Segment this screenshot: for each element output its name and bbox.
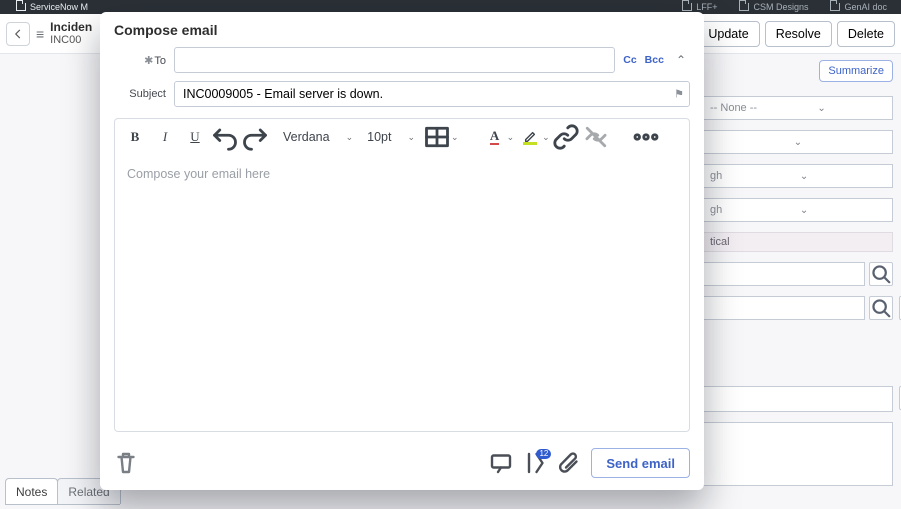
email-body-editor[interactable]: Compose your email here	[114, 155, 690, 432]
delete-button[interactable]: Delete	[837, 21, 895, 47]
select-field[interactable]: -- None -- ⌄	[703, 96, 893, 120]
lookup-input[interactable]	[703, 262, 865, 286]
subject-row: Subject ⚑	[100, 78, 704, 112]
tab-notes[interactable]: Notes	[5, 478, 58, 504]
subject-label: Subject	[114, 88, 166, 100]
record-id: INC00	[50, 34, 92, 46]
record-type: Inciden	[50, 21, 92, 34]
select-field[interactable]: gh ⌄	[703, 164, 893, 188]
more-button[interactable]	[632, 124, 660, 150]
browser-tab-label: GenAI doc	[844, 2, 887, 12]
update-button[interactable]: Update	[697, 21, 759, 47]
bcc-button[interactable]: Bcc	[645, 54, 664, 66]
template-button[interactable]: 12	[523, 451, 547, 475]
folder-icon	[830, 3, 840, 11]
to-input[interactable]	[174, 47, 615, 73]
browser-tab[interactable]: LFF+	[672, 2, 727, 12]
cc-button[interactable]: Cc	[623, 54, 636, 66]
subject-input[interactable]	[174, 81, 690, 107]
chevron-down-icon: ⌄	[407, 132, 415, 143]
send-email-button[interactable]: Send email	[591, 448, 690, 478]
font-family-select[interactable]: Verdana ⌄	[277, 124, 359, 150]
summarize-button[interactable]: Summarize	[819, 60, 893, 82]
link-button[interactable]	[552, 124, 580, 150]
chevron-down-icon[interactable]: ⌄	[451, 132, 459, 143]
template-count-badge: 12	[536, 449, 551, 459]
discard-button[interactable]	[114, 451, 138, 475]
lookup-field	[703, 262, 893, 286]
browser-tab-label: ServiceNow M	[30, 2, 88, 12]
select-field[interactable]: gh ⌄	[703, 198, 893, 222]
folder-icon	[16, 3, 26, 11]
text-color-button[interactable]: A	[481, 124, 509, 150]
collapse-icon[interactable]: ⌃	[672, 53, 690, 67]
compose-email-modal: Compose email ✱To Cc Bcc ⌃ Subject ⚑ B I…	[100, 12, 704, 490]
modal-footer: 12 Send email	[100, 442, 704, 490]
to-label: ✱To	[114, 54, 166, 67]
chevron-down-icon: ⌄	[817, 103, 825, 114]
chevron-down-icon[interactable]: ⌄	[507, 132, 515, 143]
lookup-field	[703, 296, 893, 320]
browser-tab-label: LFF+	[696, 2, 717, 12]
browser-tab-active[interactable]: ServiceNow M	[6, 0, 98, 14]
select-value: gh	[710, 170, 722, 182]
chevron-down-icon: ⌄	[346, 132, 354, 143]
chevron-down-icon: ⌄	[800, 205, 808, 216]
record-breadcrumb: Inciden INC00	[50, 21, 92, 46]
menu-icon[interactable]: ≡	[36, 26, 44, 42]
description-textarea[interactable]	[703, 422, 893, 486]
redo-button[interactable]	[241, 124, 269, 150]
chevron-down-icon[interactable]: ⌄	[542, 132, 550, 143]
browser-tab[interactable]: GenAI doc	[820, 2, 897, 12]
folder-icon	[682, 3, 692, 11]
lookup-input[interactable]	[703, 296, 865, 320]
modal-title: Compose email	[100, 12, 704, 44]
chevron-down-icon: ⌄	[800, 171, 808, 182]
attachment-button[interactable]	[557, 451, 581, 475]
lookup-search-button[interactable]	[869, 296, 893, 320]
table-button[interactable]	[423, 124, 451, 150]
font-size-select[interactable]: 10pt ⌄	[361, 124, 421, 150]
select-value: -- None --	[710, 102, 757, 114]
back-button[interactable]	[6, 22, 30, 46]
unlink-button[interactable]	[582, 124, 610, 150]
folder-icon	[739, 3, 749, 11]
to-row: ✱To Cc Bcc ⌃	[100, 44, 704, 78]
editor-placeholder: Compose your email here	[127, 167, 270, 181]
underline-button[interactable]: U	[181, 124, 209, 150]
browser-tab-label: CSM Designs	[753, 2, 808, 12]
lookup-search-button[interactable]	[869, 262, 893, 286]
font-size-value: 10pt	[367, 130, 391, 144]
flag-icon[interactable]: ⚑	[674, 88, 684, 101]
highlight-color-button[interactable]	[516, 124, 544, 150]
form-right-column: Summarize -- None -- ⌄ ⌄ gh ⌄ gh ⌄ tical	[703, 60, 893, 486]
select-field[interactable]: ⌄	[703, 130, 893, 154]
italic-button[interactable]: I	[151, 124, 179, 150]
state-readonly: tical	[703, 232, 893, 252]
resolve-button[interactable]: Resolve	[765, 21, 832, 47]
chevron-down-icon: ⌄	[794, 137, 802, 148]
undo-button[interactable]	[211, 124, 239, 150]
short-description-input[interactable]	[703, 386, 893, 412]
bold-button[interactable]: B	[121, 124, 149, 150]
quick-message-button[interactable]	[489, 451, 513, 475]
description-field-row	[703, 386, 893, 412]
browser-tab[interactable]: CSM Designs	[729, 2, 818, 12]
editor-toolbar: B I U Verdana ⌄ 10pt ⌄ ⌄ A ⌄ ⌄	[114, 118, 690, 155]
font-family-value: Verdana	[283, 130, 330, 144]
select-value: gh	[710, 204, 722, 216]
